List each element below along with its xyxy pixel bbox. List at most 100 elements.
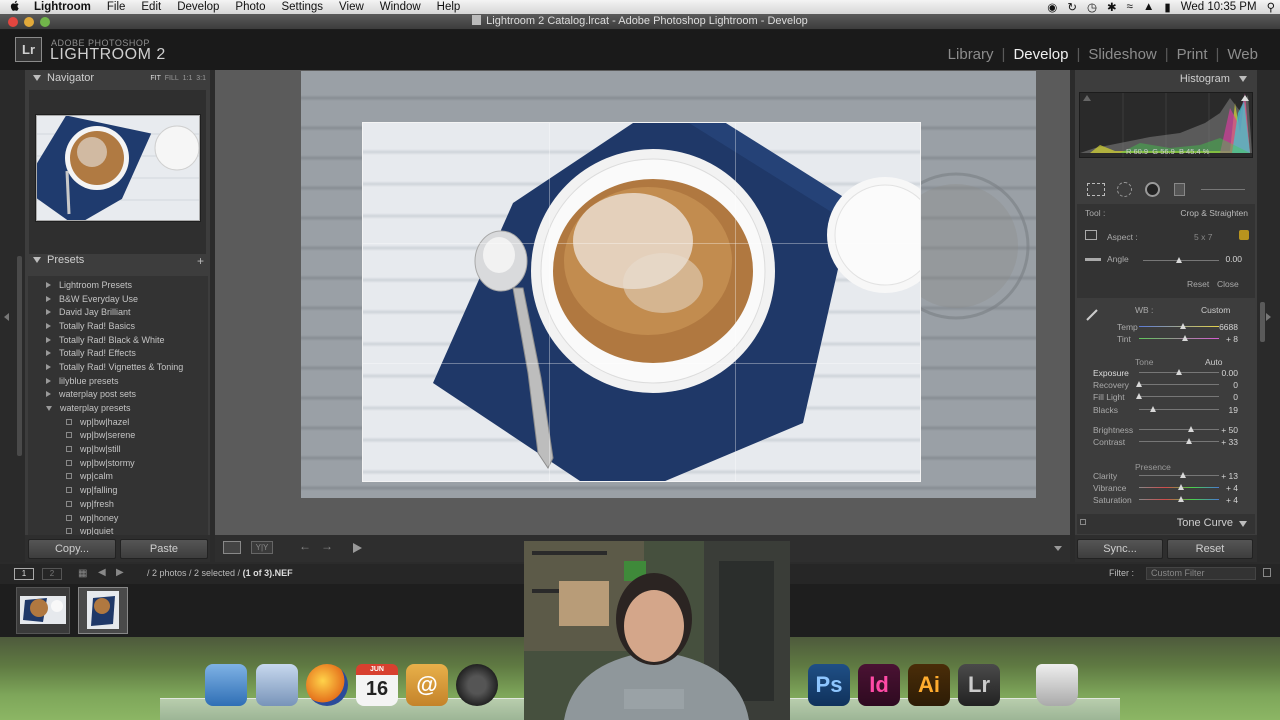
- saturation-value[interactable]: + 4: [1198, 495, 1238, 505]
- filter-lock-icon[interactable]: [1263, 568, 1271, 577]
- menu-settings[interactable]: Settings: [273, 1, 331, 13]
- filmstrip-thumbnail-selected[interactable]: [78, 587, 128, 634]
- crop-tool-icon[interactable]: [1087, 183, 1105, 196]
- folder-triangle-icon[interactable]: [46, 281, 51, 288]
- menu-edit[interactable]: Edit: [133, 1, 169, 13]
- angle-value[interactable]: 0.00: [1202, 254, 1242, 264]
- exposure-value[interactable]: 0.00: [1198, 368, 1238, 378]
- wifi-icon[interactable]: ≈: [1122, 1, 1138, 13]
- vibrance-slider-knob[interactable]: [1177, 484, 1184, 490]
- navigator-header[interactable]: Navigator FIT FILL 1:1 3:1: [25, 72, 210, 90]
- window-2-button[interactable]: 2: [42, 568, 62, 580]
- panel-toggle-icon[interactable]: [1080, 519, 1086, 525]
- histogram-header[interactable]: Histogram: [1180, 73, 1247, 85]
- collapse-right-arrow-icon[interactable]: [1266, 313, 1271, 321]
- folder-open-triangle-icon[interactable]: [46, 405, 52, 411]
- preset-folder[interactable]: Totally Rad! Vignettes & Toning: [28, 360, 208, 374]
- preset-item[interactable]: wp|honey: [28, 511, 208, 525]
- white-balance-eyedropper-icon[interactable]: [1085, 308, 1099, 322]
- navigator-thumbnail[interactable]: [36, 115, 200, 221]
- preset-folder[interactable]: David Jay Brilliant: [28, 305, 208, 319]
- collapse-triangle-icon[interactable]: [1239, 76, 1247, 82]
- preset-item[interactable]: wp|bw|hazel: [28, 415, 208, 429]
- preset-item[interactable]: wp|bw|serene: [28, 429, 208, 443]
- preset-folder[interactable]: B&W Everyday Use: [28, 292, 208, 306]
- right-panel-scrollbar[interactable]: [1260, 302, 1265, 342]
- graduated-filter-icon[interactable]: [1174, 183, 1185, 196]
- crop-reset-button[interactable]: Reset: [1187, 279, 1209, 289]
- apple-icon[interactable]: [0, 0, 30, 14]
- folder-triangle-icon[interactable]: [46, 377, 51, 384]
- mail-icon[interactable]: [256, 664, 298, 706]
- folder-triangle-icon[interactable]: [46, 350, 51, 357]
- brightness-slider-knob[interactable]: [1188, 426, 1194, 432]
- brightness-value[interactable]: + 50: [1198, 425, 1238, 435]
- adjustment-brush-icon[interactable]: [1201, 189, 1245, 190]
- menu-window[interactable]: Window: [372, 1, 429, 13]
- angle-slider-knob[interactable]: [1176, 257, 1182, 263]
- preset-folder[interactable]: Totally Rad! Effects: [28, 346, 208, 360]
- lightroom-dock-icon[interactable]: Lr: [958, 664, 1000, 706]
- presets-header[interactable]: Presets +: [25, 254, 210, 272]
- spotlight-icon[interactable]: ⚲: [1262, 0, 1280, 14]
- folder-triangle-icon[interactable]: [46, 322, 51, 329]
- clarity-slider-knob[interactable]: [1180, 472, 1186, 478]
- contrast-value[interactable]: + 33: [1198, 437, 1238, 447]
- menu-develop[interactable]: Develop: [169, 1, 227, 13]
- reset-button[interactable]: Reset: [1167, 539, 1253, 559]
- fill-light-slider-knob[interactable]: [1136, 393, 1142, 399]
- current-file[interactable]: (1 of 3).NEF: [243, 568, 293, 578]
- preset-folder-open[interactable]: waterplay presets: [28, 401, 208, 415]
- collapse-triangle-icon[interactable]: [33, 75, 41, 81]
- sync-icon[interactable]: ↻: [1062, 0, 1082, 14]
- preset-folder[interactable]: waterplay post sets: [28, 388, 208, 402]
- tint-slider-knob[interactable]: [1182, 335, 1189, 341]
- crop-close-button[interactable]: Close: [1217, 279, 1239, 289]
- photoshop-icon[interactable]: Ps: [808, 664, 850, 706]
- toolbar-menu-icon[interactable]: [1054, 546, 1062, 551]
- paste-settings-button[interactable]: Paste: [120, 539, 208, 559]
- indesign-icon[interactable]: Id: [858, 664, 900, 706]
- menu-photo[interactable]: Photo: [227, 1, 273, 13]
- temp-value[interactable]: 6688: [1198, 322, 1238, 332]
- folder-triangle-icon[interactable]: [46, 336, 51, 343]
- red-eye-icon[interactable]: [1145, 182, 1160, 197]
- contrast-slider-knob[interactable]: [1185, 438, 1192, 444]
- preset-item[interactable]: wp|calm: [28, 470, 208, 484]
- preset-folder[interactable]: Totally Rad! Basics: [28, 319, 208, 333]
- window-1-button[interactable]: 1: [14, 568, 34, 580]
- loupe-view-icon[interactable]: [223, 541, 241, 554]
- module-web[interactable]: Web: [1219, 46, 1266, 63]
- previous-icon[interactable]: ◀: [98, 567, 106, 578]
- preset-item[interactable]: wp|bw|stormy: [28, 456, 208, 470]
- collapse-left-arrow-icon[interactable]: [4, 313, 9, 321]
- auto-tone-button[interactable]: Auto: [1205, 357, 1223, 367]
- add-preset-icon[interactable]: +: [197, 254, 204, 268]
- highlight-clipping-icon[interactable]: [1241, 95, 1249, 101]
- spot-removal-icon[interactable]: [1117, 182, 1132, 197]
- preset-folder[interactable]: Lightroom Presets: [28, 278, 208, 292]
- preset-item[interactable]: wp|falling: [28, 483, 208, 497]
- menu-clock[interactable]: Wed 10:35 PM: [1176, 1, 1262, 13]
- camera-icon[interactable]: ◉: [1042, 0, 1062, 14]
- tint-value[interactable]: + 8: [1198, 334, 1238, 344]
- shadow-clipping-icon[interactable]: [1083, 95, 1091, 101]
- bluetooth-icon[interactable]: ✱: [1102, 0, 1122, 14]
- aspect-select[interactable]: 5 x 7: [1194, 232, 1212, 242]
- zoom-fit[interactable]: FIT: [150, 75, 161, 82]
- exposure-slider-knob[interactable]: [1176, 369, 1182, 375]
- crop-overlay[interactable]: [362, 122, 921, 482]
- menu-view[interactable]: View: [331, 1, 372, 13]
- folder-triangle-icon[interactable]: [46, 295, 51, 302]
- previous-photo-icon[interactable]: ←: [299, 539, 311, 553]
- left-panel-scrollbar[interactable]: [17, 256, 22, 456]
- aspect-crop-icon[interactable]: [1085, 230, 1097, 240]
- next-photo-icon[interactable]: →: [321, 539, 333, 553]
- preset-folder[interactable]: lilyblue presets: [28, 374, 208, 388]
- battery-icon[interactable]: ▮: [1159, 0, 1175, 14]
- folder-triangle-icon[interactable]: [46, 363, 51, 370]
- time-machine-icon[interactable]: ◷: [1082, 0, 1102, 14]
- filter-select[interactable]: Custom Filter: [1146, 567, 1256, 580]
- grid-view-icon[interactable]: ▦: [78, 568, 87, 579]
- before-after-icon[interactable]: Y|Y: [251, 541, 273, 554]
